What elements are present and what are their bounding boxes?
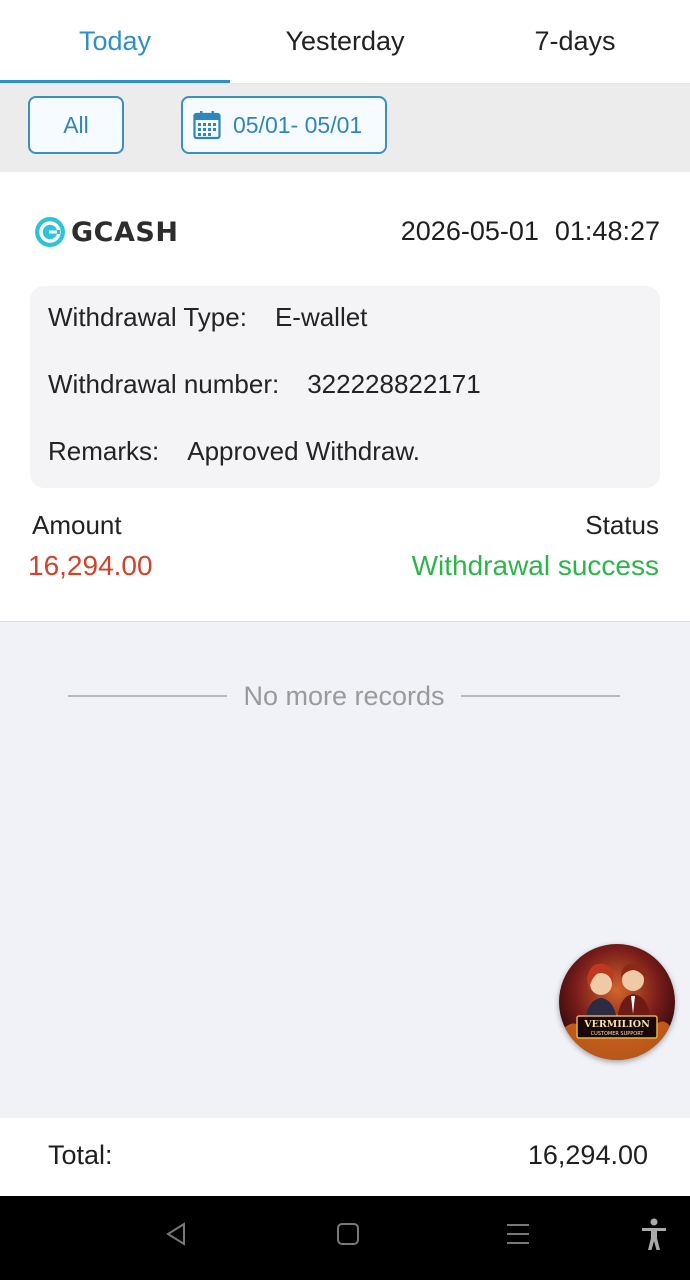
back-icon[interactable]: [162, 1220, 190, 1248]
date-range-label: 05/01- 05/01: [233, 111, 363, 138]
accessibility-icon[interactable]: [640, 1218, 668, 1252]
total-label: Total:: [48, 1140, 113, 1170]
remarks-value: Approved Withdraw.: [187, 436, 420, 466]
customer-support-avatar: VERMILION CUSTOMER SUPPORT: [559, 944, 675, 1060]
support-badge-title: VERMILION: [583, 1019, 650, 1030]
withdrawal-type-row: Withdrawal Type: E-wallet: [48, 302, 367, 333]
amount-label: Amount: [32, 510, 122, 540]
remarks-row: Remarks: Approved Withdraw.: [48, 436, 420, 467]
period-tabs: Today Yesterday 7-days: [0, 0, 690, 84]
customer-support-button[interactable]: VERMILION CUSTOMER SUPPORT: [559, 944, 675, 1060]
withdrawal-number-value: 322228822171: [307, 369, 481, 399]
calendar-icon: [193, 111, 221, 140]
record-details: Withdrawal Type: E-wallet Withdrawal num…: [30, 286, 660, 488]
withdrawal-type-value: E-wallet: [274, 302, 368, 332]
tab-today[interactable]: Today: [0, 0, 230, 83]
total-value: 16,294.00: [527, 1140, 648, 1170]
status-label: Status: [585, 510, 659, 540]
tab-7-days[interactable]: 7-days: [460, 0, 690, 82]
no-more-records-text: No more records: [243, 680, 445, 711]
gcash-logo: GCASH: [34, 216, 178, 248]
recents-icon[interactable]: [504, 1220, 532, 1248]
total-bar: Total: 16,294.00: [0, 1118, 690, 1196]
gcash-logo-icon: [35, 217, 65, 247]
support-badge-subtitle: CUSTOMER SUPPORT: [591, 1031, 645, 1037]
record-date: 2026-05-01: [400, 216, 539, 246]
system-navigation-bar: [0, 1196, 690, 1280]
date-range-button[interactable]: 05/01- 05/01: [181, 96, 387, 154]
withdrawal-type-label: Withdrawal Type:: [48, 302, 247, 332]
filter-bar: All 05/01- 05/01: [0, 84, 690, 172]
record-time: 01:48:27: [554, 216, 660, 246]
list-end-indicator: No more records: [68, 676, 621, 716]
tab-yesterday[interactable]: Yesterday: [230, 0, 460, 82]
withdrawal-number-row: Withdrawal number: 322228822171: [48, 369, 481, 400]
remarks-label: Remarks:: [48, 436, 160, 466]
home-icon[interactable]: [335, 1220, 361, 1248]
withdrawal-record-card[interactable]: GCASH 2026-05-01 01:48:27 Withdrawal Typ…: [0, 172, 690, 622]
status-value: Withdrawal success: [411, 550, 659, 581]
provider-name: GCASH: [71, 216, 179, 248]
withdrawal-number-label: Withdrawal number:: [48, 369, 280, 399]
amount-value: 16,294.00: [28, 550, 153, 581]
divider-left: [68, 695, 228, 697]
record-datetime: 2026-05-01 01:48:27: [401, 216, 660, 247]
filter-all-button[interactable]: All: [28, 96, 124, 154]
divider-right: [460, 695, 621, 697]
